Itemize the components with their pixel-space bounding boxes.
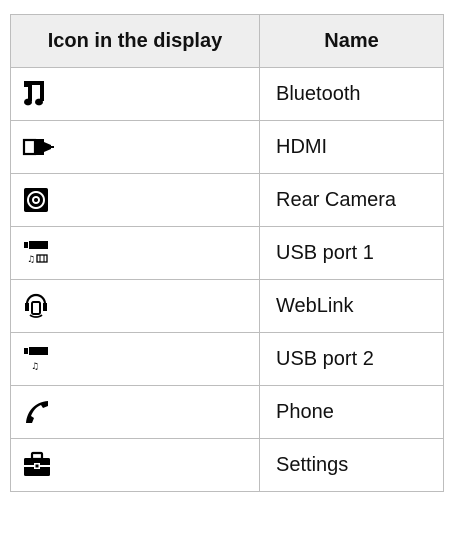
hdmi-plug-icon (21, 132, 55, 162)
phone-handset-icon (21, 397, 55, 427)
svg-text:♫: ♫ (31, 362, 39, 372)
row-name: Rear Camera (259, 173, 444, 227)
row-name: WebLink (259, 279, 444, 333)
column-header-icon: Icon in the display (10, 14, 260, 68)
usb-media-video-icon: ♫ (21, 238, 55, 268)
column-header-name: Name (259, 14, 444, 68)
row-name: HDMI (259, 120, 444, 174)
table-row: Settings (10, 438, 444, 492)
rear-camera-icon (21, 185, 55, 215)
toolbox-icon (21, 450, 55, 480)
music-note-icon (21, 79, 55, 109)
usb-media-icon: ♫ (21, 344, 55, 374)
table-header-row: Icon in the display Name (10, 14, 444, 68)
table-row: Phone (10, 385, 444, 439)
weblink-icon (21, 291, 55, 321)
row-name: Settings (259, 438, 444, 492)
table-row: ♫ USB port 2 (10, 332, 444, 386)
row-name: USB port 2 (259, 332, 444, 386)
svg-text:♫: ♫ (27, 255, 35, 265)
table-row: ♫ USB port 1 (10, 226, 444, 280)
table-row: Bluetooth (10, 67, 444, 121)
row-name: Bluetooth (259, 67, 444, 121)
row-name: Phone (259, 385, 444, 439)
icon-name-table: Icon in the display Name Bluetooth HDMI … (10, 14, 444, 492)
table-row: Rear Camera (10, 173, 444, 227)
table-row: HDMI (10, 120, 444, 174)
row-name: USB port 1 (259, 226, 444, 280)
table-row: WebLink (10, 279, 444, 333)
